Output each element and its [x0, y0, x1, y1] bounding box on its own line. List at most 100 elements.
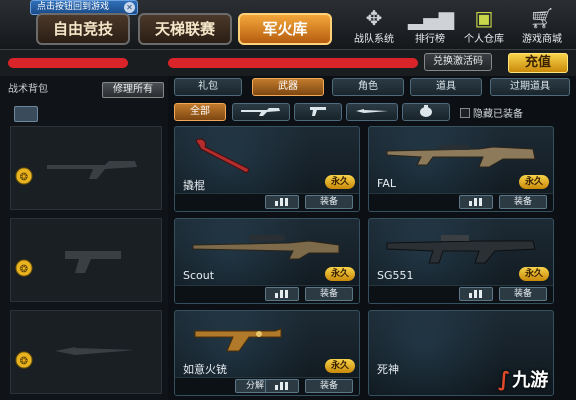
weapon-name: 死神 [377, 363, 399, 376]
equip-button[interactable]: 装备 [499, 287, 547, 301]
tab-free-battle[interactable]: 自由竞技 [36, 13, 130, 45]
grenade-filter-icon [420, 105, 432, 117]
permanent-badge: 永久 [519, 267, 549, 281]
repair-all-label: 修理所有 [113, 84, 153, 95]
tab-label: 自由竞技 [52, 20, 113, 38]
subtab-label: 武器 [278, 81, 298, 92]
weapon-name: SG551 [377, 269, 414, 282]
ranking-button[interactable]: ▂▄▆ 排行榜 [408, 6, 455, 46]
warehouse-label: 个人仓库 [464, 34, 504, 45]
game-mall-button[interactable]: 🛒︎ 游戏商城 [520, 6, 564, 46]
filter-pistol[interactable] [294, 103, 342, 121]
subtab-label: 道具 [436, 81, 456, 92]
hide-equipped-checkbox[interactable] [460, 108, 470, 118]
stats-button[interactable] [459, 195, 493, 209]
scout-rifle-image [192, 235, 340, 260]
ranking-icon: ▂▄▆ [408, 6, 455, 30]
recharge-button[interactable]: 充值 [508, 53, 568, 73]
subtab-label: 角色 [358, 81, 378, 92]
permanent-badge: 永久 [325, 267, 355, 281]
filter-all-label: 全部 [190, 106, 210, 117]
stats-button[interactable] [265, 195, 299, 209]
cart-icon: 🛒︎ [529, 6, 555, 30]
knife-filter-icon [356, 109, 388, 113]
recharge-label: 充值 [524, 55, 551, 70]
permanent-badge: 永久 [325, 359, 355, 373]
tab-ladder-league[interactable]: 天梯联赛 [138, 13, 232, 45]
subtab-items[interactable]: 道具 [410, 78, 482, 96]
weapon-name: 撬棍 [183, 179, 205, 192]
subtab-characters[interactable]: 角色 [332, 78, 404, 96]
coin-icon: ❂ [15, 259, 33, 277]
filter-grenade[interactable] [402, 103, 450, 121]
stats-button[interactable] [265, 379, 299, 393]
tab-label: 天梯联赛 [154, 20, 215, 38]
tab-arsenal[interactable]: 军火库 [238, 13, 332, 45]
weapon-name: Scout [183, 269, 215, 282]
rifle-filter-icon [241, 108, 280, 116]
equip-button[interactable]: 装备 [305, 379, 353, 393]
watermark: ∫ 九游 [498, 366, 574, 396]
return-tip-label: 点击按钮回到游戏 [37, 2, 110, 12]
stats-button[interactable] [459, 287, 493, 301]
close-icon[interactable]: ✕ [124, 2, 135, 13]
stats-button[interactable] [265, 287, 299, 301]
permanent-badge: 永久 [519, 175, 549, 189]
team-system-label: 战队系统 [354, 34, 394, 45]
warehouse-button[interactable]: ▣ 个人仓库 [462, 6, 506, 46]
tab-label: 军火库 [262, 20, 308, 38]
watermark-label: 九游 [512, 370, 549, 391]
weapon-card[interactable]: Scout 永久 装备 [174, 218, 360, 304]
weapon-card[interactable]: FAL 永久 装备 [368, 126, 554, 212]
equip-button[interactable]: 装备 [305, 287, 353, 301]
tactical-backpack-panel: 战术背包 修理所有 ❂ ❂ ❂ [0, 76, 168, 400]
game-mall-label: 游戏商城 [522, 34, 562, 45]
weapon-card[interactable]: 如意火铳 永久 分解 装备 [174, 310, 360, 396]
sg551-rifle-image [386, 235, 536, 264]
subtab-label: 礼包 [198, 81, 218, 92]
team-icon: ✥ [365, 6, 383, 30]
filter-all[interactable]: 全部 [174, 103, 226, 121]
ranking-label: 排行榜 [415, 34, 445, 45]
backpack-slot-rifle[interactable]: ❂ [10, 126, 162, 210]
filter-rifle[interactable] [232, 103, 290, 121]
logo-icon: ∫ [498, 367, 511, 391]
knife-silhouette-icon [55, 347, 135, 355]
crowbar-image [195, 138, 250, 174]
subtab-label: 过期道具 [510, 81, 550, 92]
weapon-name: 如意火铳 [183, 363, 227, 376]
permanent-badge: 永久 [325, 175, 355, 189]
subtab-weapons[interactable]: 武器 [252, 78, 324, 96]
team-system-button[interactable]: ✥ 战队系统 [352, 6, 396, 46]
top-bar: 点击按钮回到游戏 ✕ 自由竞技 天梯联赛 军火库 ✥ 战队系统 ▂▄▆ 排行榜 … [0, 0, 576, 50]
pistol-filter-icon [310, 107, 326, 116]
coin-icon: ❂ [15, 167, 33, 185]
warehouse-icon: ▣ [474, 6, 494, 30]
backpack-slot-knife[interactable]: ❂ [10, 310, 162, 394]
equip-button[interactable]: 装备 [305, 195, 353, 209]
subtab-expired-items[interactable]: 过期道具 [490, 78, 570, 96]
hide-equipped-toggle[interactable]: 隐藏已装备 [460, 105, 523, 120]
filter-knife[interactable] [346, 103, 398, 121]
svg-text:❂: ❂ [20, 356, 28, 367]
redeem-code-button[interactable]: 兑换激活码 [424, 53, 492, 71]
rifle-silhouette-icon [47, 161, 137, 179]
svg-text:❂: ❂ [20, 264, 28, 275]
redeem-label: 兑换激活码 [433, 56, 483, 67]
pistol-silhouette-icon [65, 251, 121, 273]
weapon-card[interactable]: 撬棍 永久 装备 [174, 126, 360, 212]
weapon-name: FAL [377, 177, 396, 190]
redacted-name [8, 58, 128, 68]
subtab-gift-pack[interactable]: 礼包 [174, 78, 242, 96]
repair-all-button[interactable]: 修理所有 [102, 82, 164, 98]
fal-rifle-image [386, 145, 536, 168]
equip-button[interactable]: 装备 [499, 195, 547, 209]
backpack-title: 战术背包 [8, 84, 48, 95]
hide-equipped-label: 隐藏已装备 [473, 109, 523, 120]
weapon-card[interactable]: SG551 永久 装备 [368, 218, 554, 304]
ruyi-blunderbuss-image [194, 328, 282, 352]
svg-text:❂: ❂ [20, 172, 28, 183]
backpack-slot-pistol[interactable]: ❂ [10, 218, 162, 302]
coin-icon: ❂ [15, 351, 33, 369]
redacted-info [168, 58, 418, 68]
